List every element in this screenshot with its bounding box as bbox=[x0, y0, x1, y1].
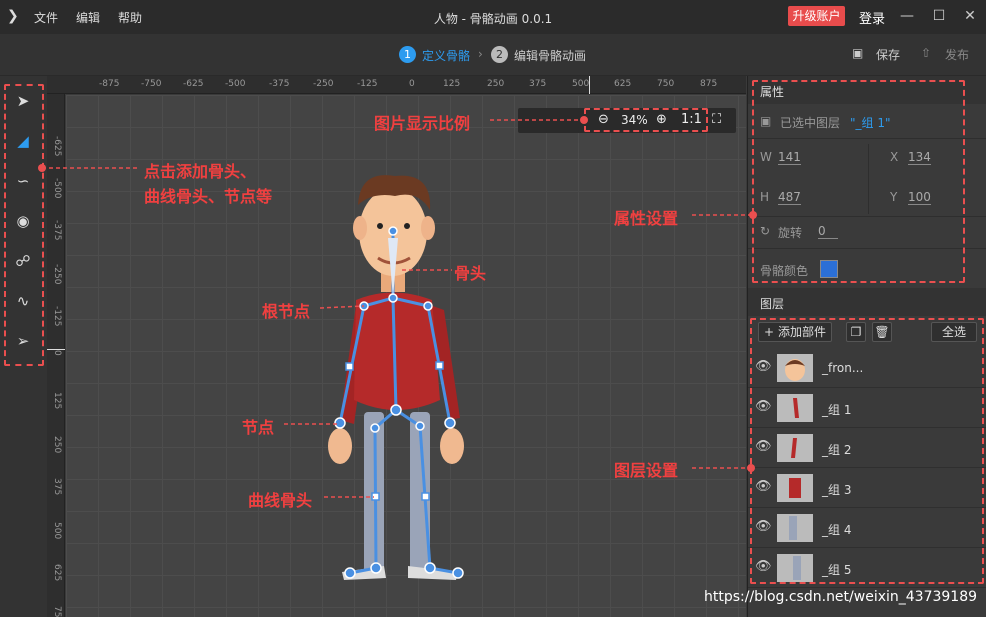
watermark-text: https://blog.csdn.net/weixin_43739189 bbox=[704, 589, 978, 605]
annotation-tools-line1: 点击添加骨头、 bbox=[144, 162, 257, 181]
annotation-tools-line2: 曲线骨头、节点等 bbox=[144, 187, 273, 206]
annotation-curve-bone: 曲线骨头 bbox=[248, 491, 313, 510]
annotation-node: 节点 bbox=[242, 418, 275, 437]
annotation-lines bbox=[38, 116, 757, 498]
annotation-zoom: 图片显示比例 bbox=[374, 114, 471, 133]
annotation-property-settings: 属性设置 bbox=[614, 209, 679, 228]
annotation-layer-settings: 图层设置 bbox=[614, 461, 679, 480]
annotation-bone: 骨头 bbox=[454, 264, 487, 283]
annotation-root-node: 根节点 bbox=[262, 302, 311, 321]
